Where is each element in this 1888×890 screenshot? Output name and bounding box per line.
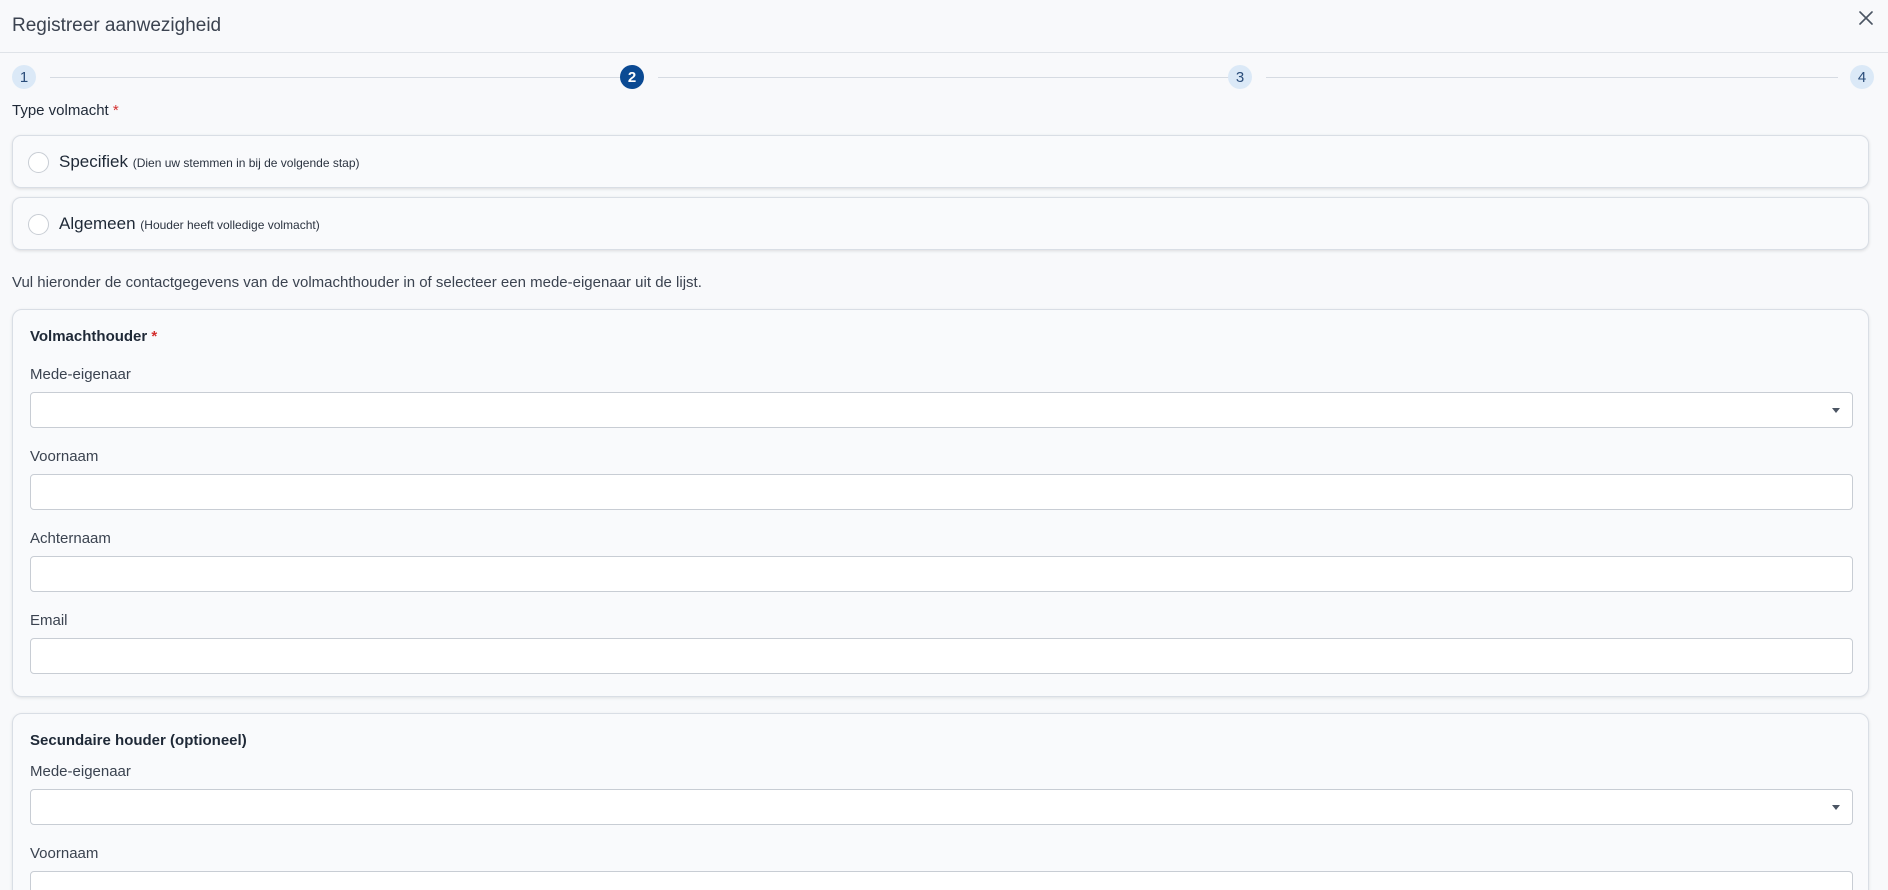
step-connector <box>1266 77 1838 78</box>
secondary-first-name-input[interactable] <box>30 871 1853 890</box>
secondary-co-owner-select[interactable] <box>30 789 1853 825</box>
secondary-holder-section: Secundaire houder (optioneel) Mede-eigen… <box>12 713 1869 890</box>
first-name-label: Voornaam <box>30 845 99 862</box>
required-mark: * <box>112 102 119 119</box>
radio-option-text: Algemeen (Houder heeft volledige volmach… <box>59 214 320 234</box>
stepper: 1 2 3 4 <box>12 65 1874 89</box>
co-owner-label: Mede-eigenaar <box>30 366 131 383</box>
step-4[interactable]: 4 <box>1850 65 1874 89</box>
radio-option-algemeen[interactable]: Algemeen (Houder heeft volledige volmach… <box>12 197 1869 250</box>
dialog-title: Registreer aanwezigheid <box>12 15 222 36</box>
radio-option-text: Specifiek (Dien uw stemmen in bij de vol… <box>59 152 360 172</box>
first-name-label: Voornaam <box>30 448 99 465</box>
step-3[interactable]: 3 <box>1228 65 1252 89</box>
intro-text: Vul hieronder de contactgegevens van de … <box>12 274 702 291</box>
proxy-type-label-text: Type volmacht <box>12 102 109 119</box>
section-title-text: Volmachthouder <box>30 328 148 345</box>
step-connector <box>658 77 1230 78</box>
first-name-input[interactable] <box>30 474 1853 510</box>
primary-holder-section: Volmachthouder * Mede-eigenaar Voornaam … <box>12 309 1869 697</box>
radio-option-specifiek[interactable]: Specifiek (Dien uw stemmen in bij de vol… <box>12 135 1869 188</box>
co-owner-select[interactable] <box>30 392 1853 428</box>
proxy-type-label: Type volmacht * <box>12 102 119 119</box>
radio-option-hint: (Dien uw stemmen in bij de volgende stap… <box>132 156 360 170</box>
radio-button[interactable] <box>28 152 49 173</box>
step-1[interactable]: 1 <box>12 65 36 89</box>
radio-option-label: Specifiek <box>59 152 128 171</box>
last-name-label: Achternaam <box>30 530 111 547</box>
chevron-down-icon <box>1832 408 1840 413</box>
close-icon <box>1859 11 1873 25</box>
chevron-down-icon <box>1832 805 1840 810</box>
required-mark: * <box>151 328 158 345</box>
close-button[interactable] <box>1854 6 1878 30</box>
section-title: Secundaire houder (optioneel) <box>30 732 247 749</box>
co-owner-label: Mede-eigenaar <box>30 763 131 780</box>
email-label: Email <box>30 612 68 629</box>
step-2[interactable]: 2 <box>620 65 644 89</box>
last-name-input[interactable] <box>30 556 1853 592</box>
radio-option-hint: (Houder heeft volledige volmacht) <box>140 218 320 232</box>
step-connector <box>50 77 622 78</box>
email-input[interactable] <box>30 638 1853 674</box>
radio-button[interactable] <box>28 214 49 235</box>
radio-option-label: Algemeen <box>59 214 136 233</box>
dialog-header: Registreer aanwezigheid <box>0 0 1888 53</box>
section-title: Volmachthouder * <box>30 328 157 345</box>
